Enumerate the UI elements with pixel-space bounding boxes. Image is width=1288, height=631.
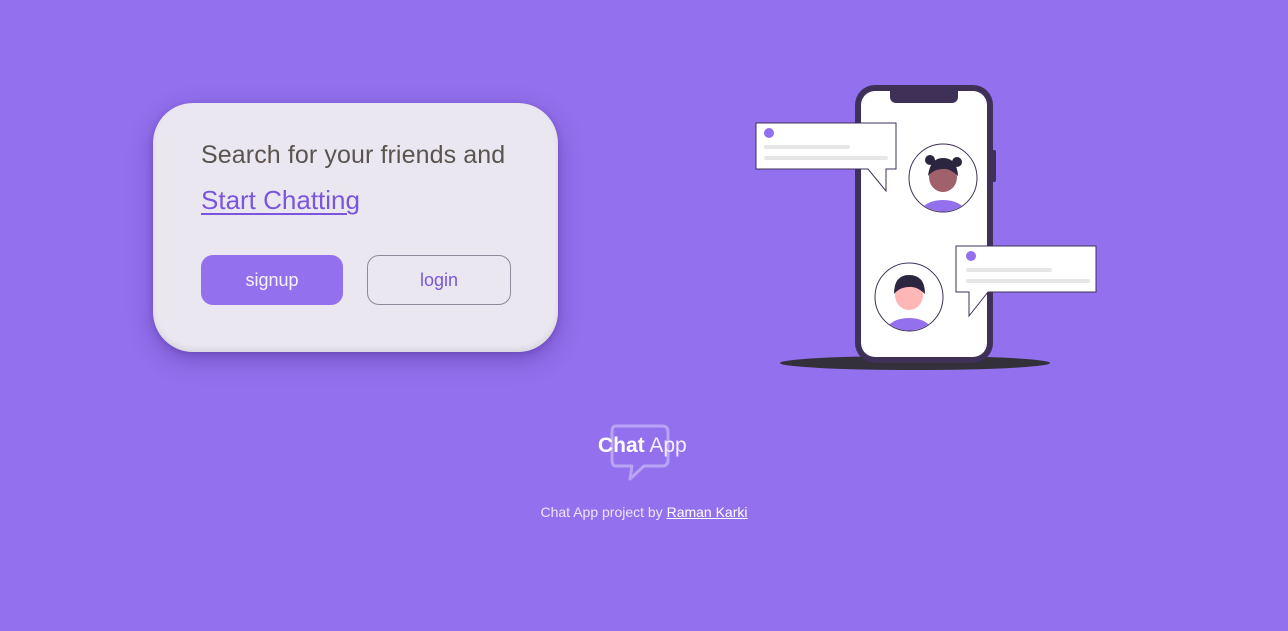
logo-text-bold: Chat [598,434,645,457]
start-chatting-link[interactable]: Start Chatting [201,185,360,216]
hero-headline: Search for your friends and [201,141,506,169]
phone-notch [890,86,958,103]
logo-text-light: App [649,434,687,457]
footer-credit: Chat App project by Raman Karki [0,504,1288,520]
chat-app-logo: Chat App [596,424,696,484]
chat-bubble-right-icon [955,245,1097,318]
hero-card: Search for your friends and Start Chatti… [153,103,558,352]
chat-phone-illustration [750,80,1110,380]
landing-page: Search for your friends and Start Chatti… [0,0,1288,631]
phone-chat-graphic [755,85,1097,370]
signup-button[interactable]: signup [201,255,343,305]
footer-prefix: Chat App project by [540,504,663,520]
logo-text: Chat App [598,434,687,458]
author-link[interactable]: Raman Karki [667,504,748,520]
login-button[interactable]: login [367,255,511,305]
